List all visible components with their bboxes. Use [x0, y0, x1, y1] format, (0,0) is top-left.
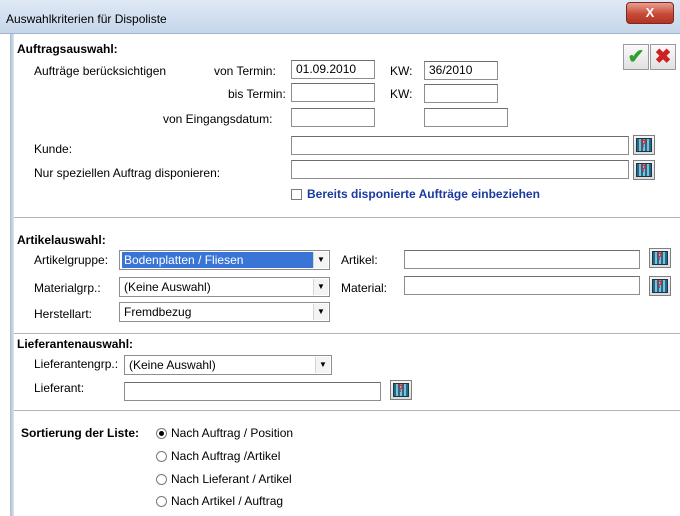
left-frame-border — [10, 34, 14, 516]
checkmark-icon: ✔ — [627, 46, 645, 68]
kw2-label: KW: — [390, 87, 413, 101]
artikelgruppe-value: Bodenplatten / Fliesen — [122, 252, 313, 268]
materialgrp-label: Materialgrp.: — [34, 281, 101, 295]
auftrag-lookup-button[interactable]: ? — [633, 160, 655, 180]
sortierung-radio-0[interactable] — [156, 428, 167, 439]
section-divider — [14, 333, 680, 334]
lieferant-section-title: Lieferantenauswahl: — [17, 337, 134, 351]
section-divider — [14, 217, 680, 218]
lookup-icon: ? — [636, 138, 652, 152]
title-bar: Auswahlkriterien für Dispoliste X — [0, 0, 680, 34]
close-button[interactable]: X — [626, 2, 674, 24]
lieferantengrp-value: (Keine Auswahl) — [129, 358, 216, 372]
von-termin-label: von Termin: — [214, 64, 276, 78]
lookup-icon: ? — [636, 163, 652, 177]
artikel-lookup-button[interactable]: ? — [649, 248, 671, 268]
chevron-down-icon: ▼ — [313, 252, 328, 268]
material-label: Material: — [341, 281, 388, 295]
artikel-section-title: Artikelauswahl: — [17, 233, 106, 247]
sortierung-radio-2[interactable] — [156, 474, 167, 485]
chevron-down-icon: ▼ — [315, 357, 330, 373]
section-divider — [14, 410, 680, 411]
kw2-input[interactable] — [424, 84, 498, 103]
artikelgruppe-label: Artikelgruppe: — [34, 253, 109, 267]
auftrag-section-title: Auftragsauswahl: — [17, 42, 118, 56]
sortierung-label: Sortierung der Liste: — [21, 426, 140, 440]
bereits-disponiert-checkbox[interactable] — [291, 189, 302, 200]
herstellart-value: Fremdbezug — [124, 305, 192, 319]
window-title: Auswahlkriterien für Dispoliste — [6, 12, 167, 26]
kunde-input[interactable] — [291, 136, 629, 155]
eingangsdatum-input[interactable] — [291, 108, 375, 127]
auftraege-beruecksichtigen-label: Aufträge berücksichtigen — [34, 64, 167, 78]
eingangsdatum-label: von Eingangsdatum: — [163, 112, 273, 126]
kunde-label: Kunde: — [34, 142, 73, 156]
lookup-icon: ? — [652, 251, 668, 265]
herstellart-select[interactable]: Fremdbezug ▼ — [119, 302, 330, 322]
lieferant-input[interactable] — [124, 382, 381, 401]
sortierung-option-label[interactable]: Nach Artikel / Auftrag — [171, 494, 283, 508]
artikelgruppe-select[interactable]: Bodenplatten / Fliesen ▼ — [119, 250, 330, 270]
kunde-lookup-button[interactable]: ? — [633, 135, 655, 155]
lieferant-lookup-button[interactable]: ? — [390, 380, 412, 400]
lieferantengrp-select[interactable]: (Keine Auswahl) ▼ — [124, 355, 332, 375]
lookup-icon: ? — [393, 383, 409, 397]
kw-input[interactable]: 36/2010 — [424, 61, 498, 80]
materialgrp-value: (Keine Auswahl) — [124, 280, 211, 294]
dialog-client — [0, 34, 680, 516]
chevron-down-icon: ▼ — [313, 279, 328, 295]
bereits-disponiert-label[interactable]: Bereits disponierte Aufträge einbeziehen — [307, 187, 540, 201]
lieferantengrp-label: Lieferantengrp.: — [34, 357, 119, 371]
artikel-label: Artikel: — [341, 253, 378, 267]
materialgrp-select[interactable]: (Keine Auswahl) ▼ — [119, 277, 330, 297]
artikel-input[interactable] — [404, 250, 640, 269]
bis-termin-input[interactable] — [291, 83, 375, 102]
material-input[interactable] — [404, 276, 640, 295]
chevron-down-icon: ▼ — [313, 304, 328, 320]
herstellart-label: Herstellart: — [34, 307, 93, 321]
cancel-button[interactable]: ✖ — [650, 44, 676, 70]
sortierung-radio-1[interactable] — [156, 451, 167, 462]
lieferant-label: Lieferant: — [34, 381, 85, 395]
ok-button[interactable]: ✔ — [623, 44, 649, 70]
spezieller-auftrag-input[interactable] — [291, 160, 629, 179]
kw-label: KW: — [390, 64, 413, 78]
sortierung-option-label[interactable]: Nach Lieferant / Artikel — [171, 472, 292, 486]
sortierung-radio-3[interactable] — [156, 496, 167, 507]
spezieller-auftrag-label: Nur speziellen Auftrag disponieren: — [34, 166, 221, 180]
von-termin-input[interactable]: 01.09.2010 — [291, 60, 375, 79]
sortierung-option-label[interactable]: Nach Auftrag / Position — [171, 426, 293, 440]
cross-icon: ✖ — [654, 46, 672, 68]
material-lookup-button[interactable]: ? — [649, 276, 671, 296]
sortierung-option-label[interactable]: Nach Auftrag /Artikel — [171, 449, 280, 463]
eingangsdatum2-input[interactable] — [424, 108, 508, 127]
bis-termin-label: bis Termin: — [228, 87, 286, 101]
lookup-icon: ? — [652, 279, 668, 293]
